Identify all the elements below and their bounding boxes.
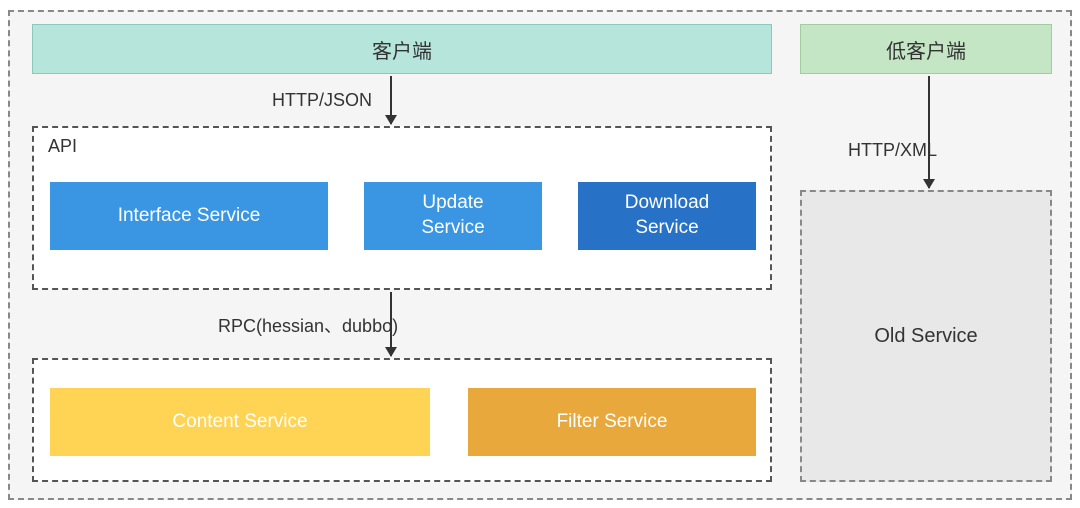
interface-service-box: Interface Service bbox=[50, 182, 328, 250]
client-label: 客户端 bbox=[372, 35, 432, 64]
download-service-box: Download Service bbox=[578, 182, 756, 250]
download-service-label: Download Service bbox=[625, 191, 710, 240]
api-label: API bbox=[48, 136, 77, 157]
arrow-client-to-api bbox=[390, 76, 392, 124]
arrow-lowclient-to-old bbox=[928, 76, 930, 188]
interface-service-label: Interface Service bbox=[118, 204, 261, 229]
low-client-label: 低客户端 bbox=[886, 35, 966, 64]
update-service-box: Update Service bbox=[364, 182, 542, 250]
outer-container: 客户端 低客户端 HTTP/JSON HTTP/XML API Interfac… bbox=[8, 10, 1072, 500]
update-service-label: Update Service bbox=[421, 191, 484, 240]
old-service-box: Old Service bbox=[800, 190, 1052, 482]
http-json-label: HTTP/JSON bbox=[272, 90, 372, 111]
content-service-box: Content Service bbox=[50, 388, 430, 456]
arrow-api-to-bottom bbox=[390, 292, 392, 356]
old-service-label: Old Service bbox=[874, 325, 977, 348]
filter-service-label: Filter Service bbox=[557, 410, 668, 435]
http-xml-label: HTTP/XML bbox=[848, 140, 937, 161]
low-client-box: 低客户端 bbox=[800, 24, 1052, 74]
rpc-label: RPC(hessian、dubbo) bbox=[218, 312, 398, 338]
filter-service-box: Filter Service bbox=[468, 388, 756, 456]
client-box: 客户端 bbox=[32, 24, 772, 74]
content-service-label: Content Service bbox=[172, 410, 307, 435]
